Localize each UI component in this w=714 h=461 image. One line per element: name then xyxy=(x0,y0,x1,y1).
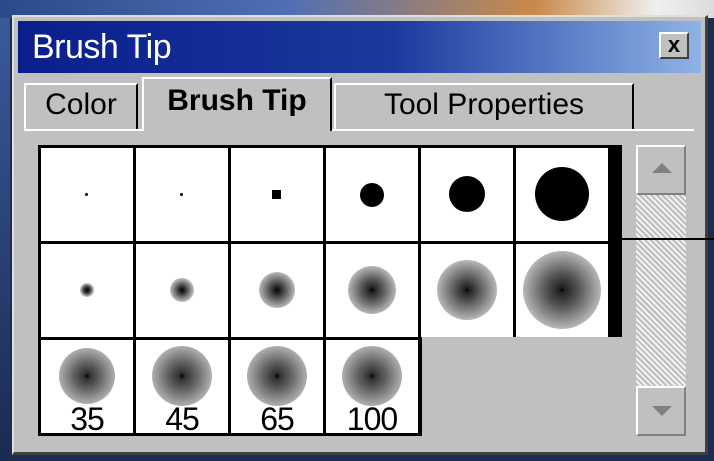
brush-dot xyxy=(272,190,281,199)
brush-tip-size-45[interactable]: 45 xyxy=(136,340,228,433)
brush-size-label: 65 xyxy=(260,401,295,433)
close-button[interactable]: x xyxy=(659,32,689,59)
brush-size-label: 45 xyxy=(165,401,200,433)
brush-soft-dot xyxy=(342,346,402,406)
brush-tip-size-65[interactable]: 65 xyxy=(231,340,323,433)
brush-tip-soft-3[interactable] xyxy=(231,244,323,337)
brush-tip-soft-4[interactable] xyxy=(326,244,418,337)
brush-soft-dot xyxy=(59,348,115,404)
brush-tip-soft-2[interactable] xyxy=(136,244,228,337)
brush-dot xyxy=(535,167,589,221)
brush-dot xyxy=(449,176,485,212)
brush-size-label: 100 xyxy=(346,401,398,433)
scroll-up-button[interactable] xyxy=(636,145,686,195)
brush-tip-hard-6[interactable] xyxy=(516,148,608,241)
brush-soft-dot xyxy=(247,346,307,406)
brush-tip-soft-5[interactable] xyxy=(421,244,513,337)
brush-tip-soft-6[interactable] xyxy=(516,244,608,337)
brush-tip-hard-1[interactable] xyxy=(41,148,133,241)
brush-dot xyxy=(85,193,88,196)
tab-brush-tip[interactable]: Brush Tip xyxy=(142,77,332,131)
arrow-up-icon xyxy=(652,163,672,173)
brush-tip-hard-5[interactable] xyxy=(421,148,513,241)
close-icon: x xyxy=(667,32,681,57)
brush-tip-hard-3[interactable] xyxy=(231,148,323,241)
tab-content-border xyxy=(24,129,694,131)
vertical-scrollbar[interactable] xyxy=(636,145,686,436)
desktop-background-left xyxy=(0,18,10,461)
brush-soft-dot xyxy=(523,251,601,329)
title-bar[interactable]: Brush Tip x xyxy=(18,21,701,73)
tab-color[interactable]: Color xyxy=(24,83,138,129)
arrow-down-icon xyxy=(652,406,672,416)
brush-size-label: 35 xyxy=(70,401,105,433)
brush-dot xyxy=(360,183,384,207)
brush-tip-palette-window: Brush Tip x Color Brush Tip Tool Propert… xyxy=(12,15,708,455)
brush-tip-hard-4[interactable] xyxy=(326,148,418,241)
scroll-down-button[interactable] xyxy=(636,386,686,436)
grid-empty-area xyxy=(422,337,630,437)
brush-soft-dot xyxy=(80,283,94,297)
brush-tip-soft-1[interactable] xyxy=(41,244,133,337)
brush-soft-dot xyxy=(170,278,194,302)
window-title: Brush Tip xyxy=(32,28,172,66)
tab-tool-properties[interactable]: Tool Properties xyxy=(334,83,634,129)
brush-tip-size-35[interactable]: 35 xyxy=(41,340,133,433)
brush-soft-dot xyxy=(348,266,396,314)
brush-tip-size-100[interactable]: 100 xyxy=(326,340,418,433)
brush-soft-dot xyxy=(152,346,212,406)
divider-line xyxy=(608,238,714,240)
brush-soft-dot xyxy=(259,272,295,308)
brush-tip-hard-2[interactable] xyxy=(136,148,228,241)
brush-soft-dot xyxy=(437,260,497,320)
brush-dot xyxy=(180,193,183,196)
